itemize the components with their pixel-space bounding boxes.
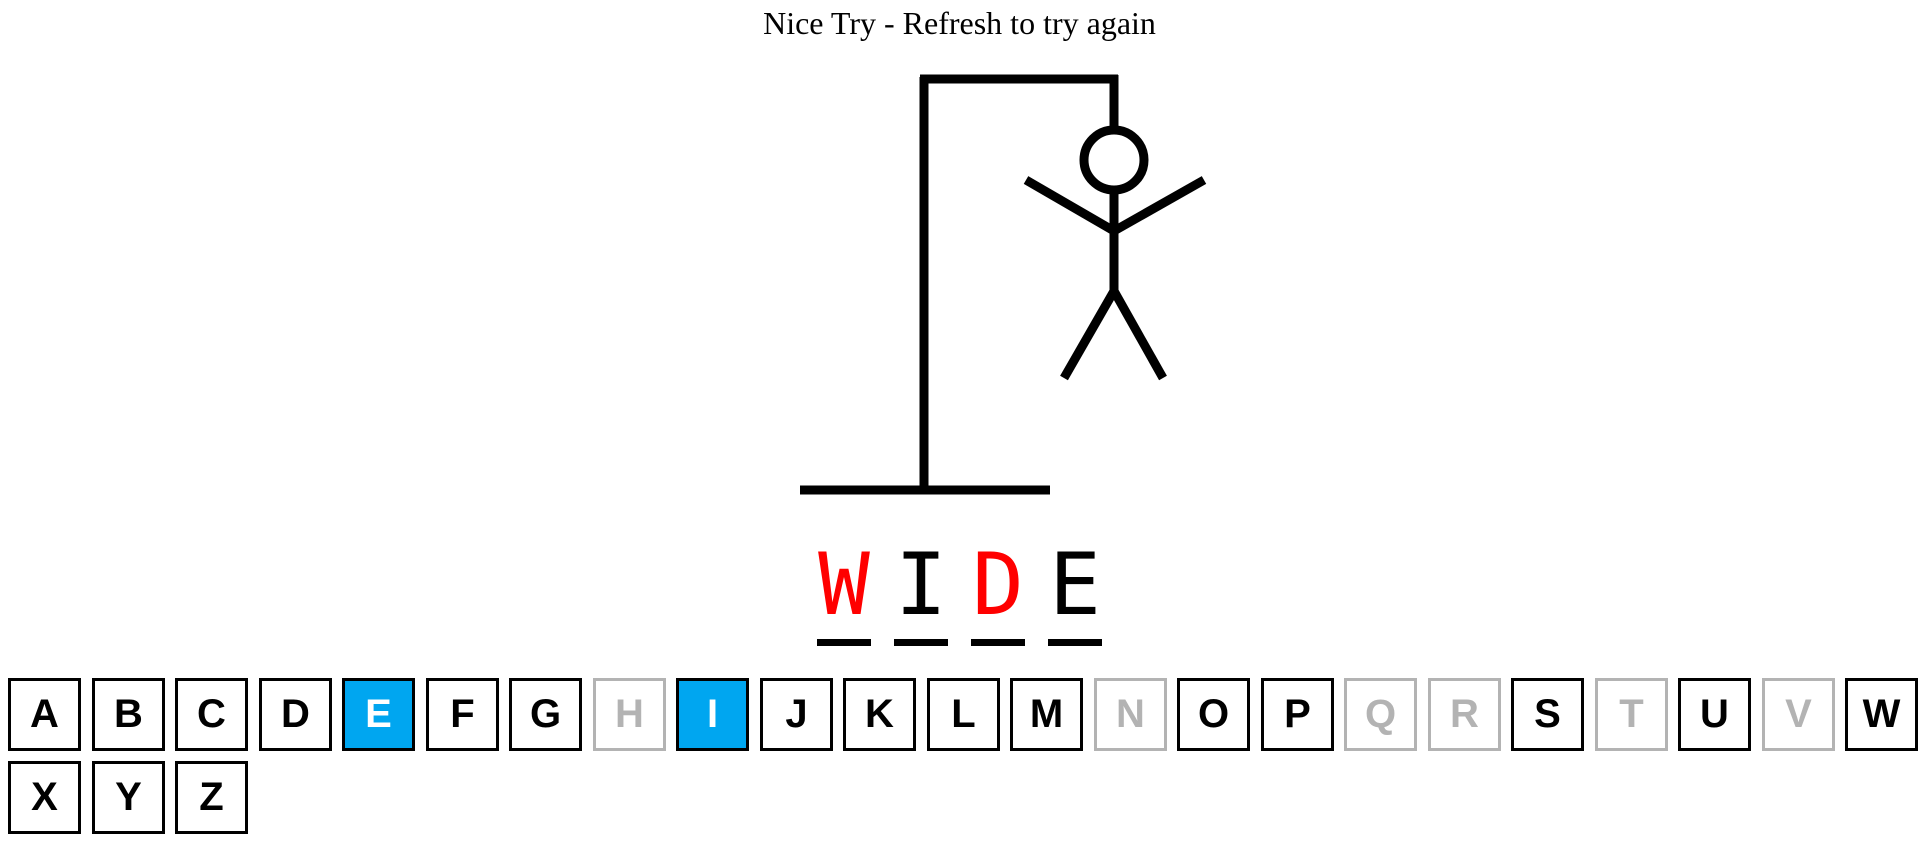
letter-key-a[interactable]: A — [8, 678, 81, 751]
letter-key-e[interactable]: E — [342, 678, 415, 751]
hangman-left-leg — [1060, 288, 1118, 381]
letter-key-n[interactable]: N — [1094, 678, 1167, 751]
word-letter-slot: I — [894, 540, 948, 646]
letter-key-k[interactable]: K — [843, 678, 916, 751]
letter-key-p[interactable]: P — [1261, 678, 1334, 751]
letter-key-i[interactable]: I — [676, 678, 749, 751]
letter-key-x[interactable]: X — [8, 761, 81, 834]
hangman-right-leg — [1110, 288, 1167, 381]
hangman-head — [1079, 125, 1149, 195]
letter-key-m[interactable]: M — [1010, 678, 1083, 751]
letter-key-t[interactable]: T — [1595, 678, 1668, 751]
word-letter-slot: D — [971, 540, 1025, 646]
letter-underline — [1048, 639, 1102, 646]
word-letter: E — [1049, 535, 1101, 635]
letter-key-r[interactable]: R — [1428, 678, 1501, 751]
word-letter-slot: W — [817, 540, 871, 646]
letter-key-o[interactable]: O — [1177, 678, 1250, 751]
word-letter: D — [972, 535, 1024, 635]
letter-key-f[interactable]: F — [426, 678, 499, 751]
letter-key-l[interactable]: L — [927, 678, 1000, 751]
letter-underline — [971, 639, 1025, 646]
letter-key-g[interactable]: G — [509, 678, 582, 751]
letter-key-h[interactable]: H — [593, 678, 666, 751]
letter-key-z[interactable]: Z — [175, 761, 248, 834]
letter-key-b[interactable]: B — [92, 678, 165, 751]
letter-key-w[interactable]: W — [1845, 678, 1918, 751]
letter-key-s[interactable]: S — [1511, 678, 1584, 751]
letter-key-v[interactable]: V — [1762, 678, 1835, 751]
letter-key-j[interactable]: J — [760, 678, 833, 751]
letter-underline — [817, 639, 871, 646]
word-letter-slot: E — [1048, 540, 1102, 646]
letter-key-u[interactable]: U — [1678, 678, 1751, 751]
letter-key-c[interactable]: C — [175, 678, 248, 751]
secret-word: WIDE — [0, 540, 1919, 650]
word-letter: W — [818, 535, 870, 635]
hangman-drawing — [800, 74, 1207, 495]
letter-key-d[interactable]: D — [259, 678, 332, 751]
letter-underline — [894, 639, 948, 646]
letter-key-q[interactable]: Q — [1344, 678, 1417, 751]
letter-key-y[interactable]: Y — [92, 761, 165, 834]
word-letter: I — [895, 535, 947, 635]
